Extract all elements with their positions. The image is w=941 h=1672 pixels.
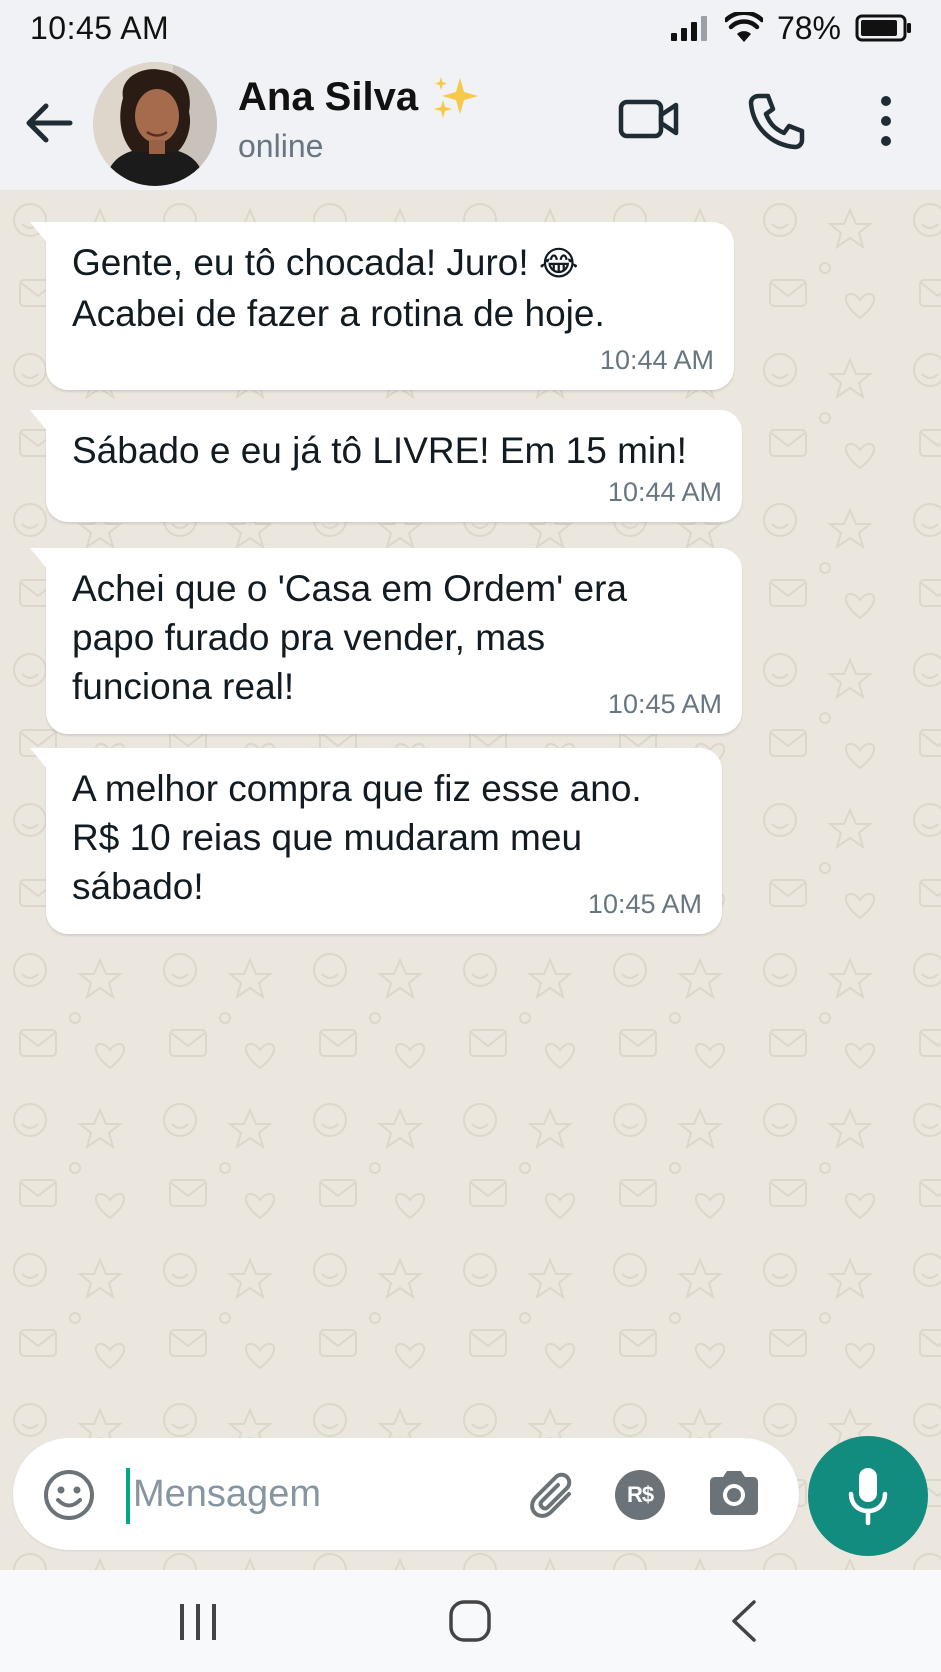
wifi-icon [724, 12, 763, 42]
message-text: Gente, eu tô chocada! Juro! 😂 Acabei de f… [72, 238, 712, 338]
mic-button[interactable] [808, 1436, 928, 1556]
avatar-image [93, 62, 217, 186]
video-call-icon[interactable] [618, 94, 680, 144]
recent-apps-icon[interactable] [176, 1600, 220, 1644]
message-time: 10:44 AM [599, 345, 714, 375]
battery-icon [855, 14, 911, 42]
contact-name-text: Ana Silva [238, 74, 419, 119]
chat-area[interactable]: Gente, eu tô chocada! Juro! 😂 Acabei de f… [0, 190, 941, 1570]
message-time: 10:44 AM [607, 477, 722, 507]
home-icon[interactable] [447, 1598, 493, 1644]
message-text: Sábado e eu já tô LIVRE! Em 15 min! [72, 430, 687, 471]
contact-name[interactable]: Ana Silva [238, 74, 480, 120]
message-input[interactable] [133, 1460, 513, 1528]
message-time: 10:45 AM [587, 889, 702, 919]
laughing-emoji: 😂 [538, 244, 579, 284]
sparkle-icon [434, 77, 479, 118]
system-nav-bar [0, 1570, 941, 1672]
text-cursor [126, 1468, 130, 1524]
message-bubble[interactable]: Achei que o 'Casa em Ordem' era papo fur… [30, 548, 742, 734]
avatar[interactable] [93, 62, 217, 186]
phone-icon[interactable] [745, 90, 807, 152]
mic-icon [848, 1468, 888, 1526]
back-nav-icon[interactable] [728, 1598, 760, 1644]
contact-status: online [238, 128, 324, 164]
message-bubble[interactable]: Gente, eu tô chocada! Juro! 😂 Acabei de f… [30, 222, 734, 390]
chat-header: Ana Silva online [0, 56, 941, 190]
message-text-line1: Gente, eu tô chocada! Juro! [72, 242, 539, 283]
status-time: 10:45 AM [30, 10, 170, 46]
message-time: 10:45 AM [607, 689, 722, 719]
more-vertical-icon[interactable] [874, 94, 898, 148]
message-bubble[interactable]: Sábado e eu já tô LIVRE! Em 15 min! 10:4… [30, 410, 742, 522]
emoji-icon[interactable] [43, 1469, 95, 1521]
message-bubble[interactable]: A melhor compra que fiz esse ano. R$ 10 … [30, 748, 722, 934]
message-composer: R$ [13, 1438, 799, 1550]
back-arrow-icon[interactable] [22, 98, 76, 148]
attach-icon[interactable] [523, 1468, 579, 1522]
signal-icon [670, 15, 711, 41]
payment-icon[interactable]: R$ [615, 1470, 665, 1520]
battery-percent: 78% [776, 9, 841, 46]
camera-icon[interactable] [706, 1468, 762, 1518]
status-bar: 10:45 AM 78% [0, 0, 941, 56]
status-icons: 78% [670, 9, 913, 46]
message-text-line2: Acabei de fazer a rotina de hoje. [72, 293, 605, 334]
